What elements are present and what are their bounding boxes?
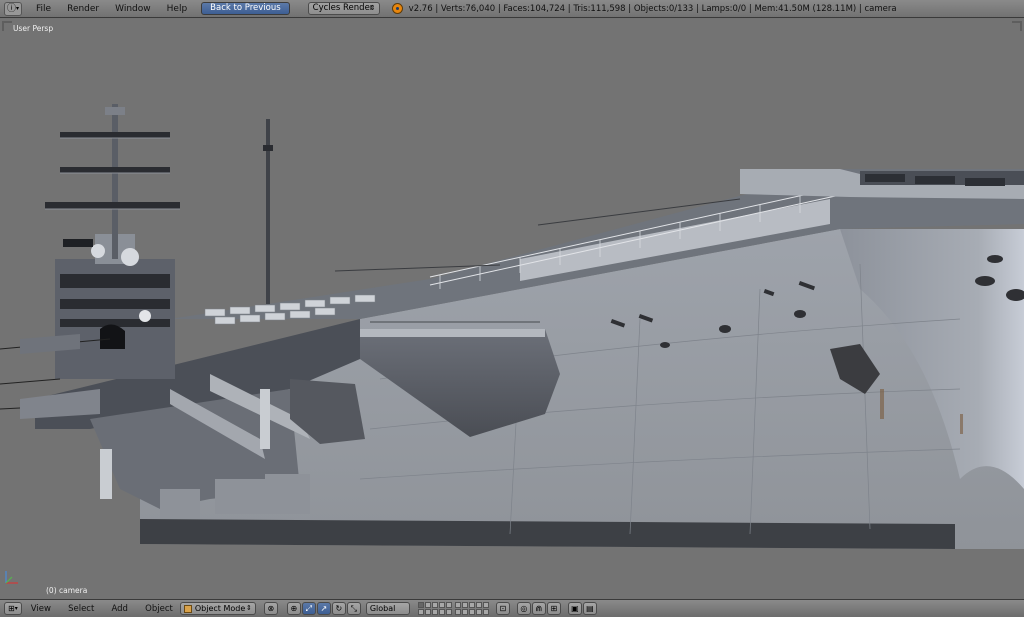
interaction-mode-select[interactable]: Object Mode ⇕ [179, 602, 256, 615]
film-icon: ▤ [586, 604, 594, 613]
layer-cell[interactable] [424, 602, 431, 608]
layer-cell[interactable] [454, 602, 461, 608]
layer-cell[interactable] [438, 602, 445, 608]
view-menu-bar: View Select Add Object [24, 603, 180, 614]
info-header: ⓘ ▾ File Render Window Help Back to Prev… [0, 0, 1024, 18]
layer-cell[interactable] [461, 609, 468, 615]
pivot-point-button[interactable]: ⊕ [286, 602, 301, 615]
menu-help[interactable]: Help [159, 0, 196, 17]
lock-icon: ⊡ [499, 604, 507, 613]
scale-icon: ⤡ [350, 604, 358, 613]
manipulator-icon: ⤢ [305, 604, 313, 613]
layer-cell[interactable] [445, 609, 452, 615]
opengl-render-button[interactable]: ▣ [567, 602, 582, 615]
menu-add[interactable]: Add [105, 604, 135, 614]
3d-view-icon: ⊞ [8, 604, 15, 613]
layer-cell[interactable] [482, 602, 489, 608]
layer-cell[interactable] [475, 609, 482, 615]
updown-arrow-icon: ⇕ [369, 4, 376, 12]
magnet-icon: ⋒ [535, 604, 543, 613]
camera-icon: ▣ [571, 604, 579, 613]
proportional-icon: ◎ [520, 604, 528, 613]
render-engine-select[interactable]: Cycles Render ⇕ [307, 2, 380, 15]
lock-layers-button[interactable]: ⊡ [495, 602, 510, 615]
layer-cell[interactable] [475, 602, 482, 608]
layer-cell[interactable] [438, 609, 445, 615]
layer-cell[interactable] [445, 602, 452, 608]
layer-cell[interactable] [454, 609, 461, 615]
info-editor-icon: ⓘ [7, 3, 17, 14]
blender-logo-icon [391, 3, 403, 14]
rotate-icon: ↻ [335, 604, 343, 613]
active-object-label: (0) camera [46, 586, 88, 595]
layer-cell[interactable] [417, 609, 424, 615]
layer-group-2[interactable] [454, 602, 489, 615]
shading-sphere-icon: ⊗ [267, 604, 275, 613]
proportional-edit-button[interactable]: ◎ [516, 602, 531, 615]
scale-manipulator-button[interactable]: ⤡ [346, 602, 361, 615]
opengl-render-animation-button[interactable]: ▤ [582, 602, 597, 615]
menu-view[interactable]: View [24, 604, 58, 614]
chevron-down-icon: ▾ [14, 605, 18, 612]
top-menu: File Render Window Help [28, 0, 196, 17]
object-mode-icon [183, 604, 192, 613]
layer-cell[interactable] [461, 602, 468, 608]
orientation-label: Global [369, 604, 396, 613]
editor-type-selector[interactable]: ⓘ ▾ [4, 1, 23, 16]
menu-select[interactable]: Select [61, 604, 101, 614]
snap-toggle[interactable]: ⋒ [531, 602, 546, 615]
chevron-down-icon: ▾ [16, 4, 20, 12]
render-engine-label: Cycles Render [312, 3, 374, 13]
snap-element-select[interactable]: ⊞ [546, 602, 561, 615]
editor-type-selector[interactable]: ⊞ ▾ [4, 602, 22, 615]
layer-cell[interactable] [417, 602, 424, 608]
viewport-shading-button[interactable]: ⊗ [263, 602, 278, 615]
3d-viewport[interactable]: User Persp (0) camera [0, 19, 1024, 599]
scene-layers[interactable] [417, 602, 492, 615]
transform-orientation-select[interactable]: Global [365, 602, 410, 615]
scene-stats: v2.76 | Verts:76,040 | Faces:104,724 | T… [408, 3, 897, 14]
pivot-icon: ⊕ [290, 604, 298, 613]
layer-group-1[interactable] [417, 602, 452, 615]
layer-cell[interactable] [468, 609, 475, 615]
menu-render[interactable]: Render [59, 0, 107, 17]
back-to-previous-button[interactable]: Back to Previous [201, 2, 290, 15]
translate-manipulator-button[interactable]: ↗ [316, 602, 331, 615]
layer-cell[interactable] [468, 602, 475, 608]
menu-file[interactable]: File [28, 0, 59, 17]
snap-grid-icon: ⊞ [550, 604, 558, 613]
layer-cell[interactable] [424, 609, 431, 615]
arrow-icon: ↗ [320, 604, 328, 613]
layer-cell[interactable] [482, 609, 489, 615]
updown-arrow-icon: ⇕ [245, 604, 252, 612]
3d-view-header: ⊞ ▾ View Select Add Object Object Mode ⇕… [0, 599, 1024, 617]
menu-object[interactable]: Object [138, 604, 180, 614]
aircraft-carrier-model [0, 104, 1024, 549]
menu-window[interactable]: Window [107, 0, 159, 17]
manipulator-toggle[interactable]: ⤢ [301, 602, 316, 615]
rotate-manipulator-button[interactable]: ↻ [331, 602, 346, 615]
mode-label: Object Mode [194, 604, 246, 613]
axis-gizmo-icon [5, 571, 18, 584]
layer-cell[interactable] [431, 609, 438, 615]
layer-cell[interactable] [431, 602, 438, 608]
